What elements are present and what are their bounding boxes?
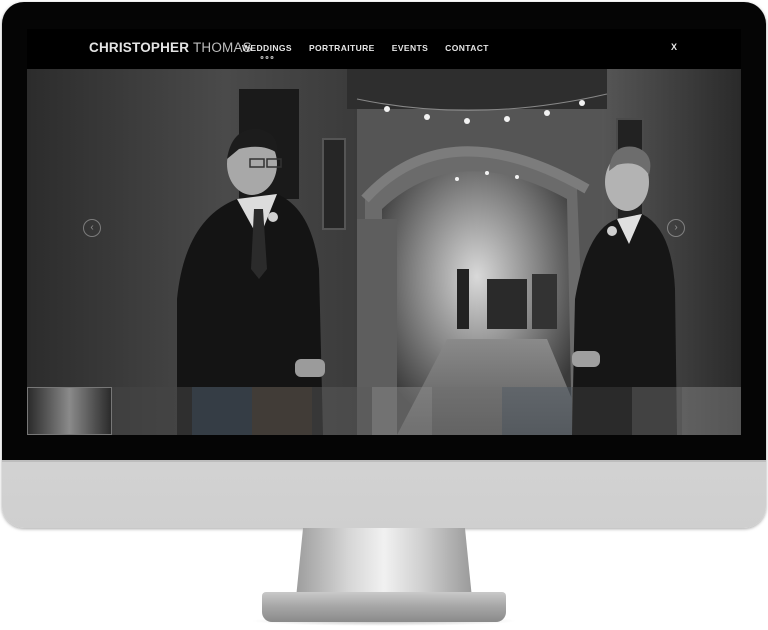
alley-portrait-photo [27,69,741,435]
website-screen: CHRISTOPHER THOMAS WEDDINGS PORTRAITURE … [27,29,741,435]
thumbnail[interactable] [572,387,632,435]
site-logo[interactable]: CHRISTOPHER THOMAS [89,40,252,55]
thumbnail-active[interactable] [27,387,112,435]
nav-item-label: PORTRAITURE [308,43,375,53]
monitor-stand-neck [296,528,472,598]
nav-item-contact[interactable]: CONTACT [445,43,489,53]
site-header: CHRISTOPHER THOMAS WEDDINGS PORTRAITURE … [27,29,741,69]
gallery-main-photo: ‹ › [27,69,741,435]
nav-item-portraiture[interactable]: PORTRAITURE [309,43,375,53]
thumbnail[interactable] [682,387,741,435]
monitor-chin-divider [2,460,766,462]
thumbnail[interactable] [502,387,572,435]
thumbnail[interactable] [192,387,252,435]
close-button[interactable]: X [671,42,677,52]
thumbnail[interactable] [632,387,682,435]
thumbnail[interactable] [432,387,502,435]
thumbnail[interactable] [312,387,372,435]
dropdown-indicator-icon [260,56,274,59]
gallery-thumbnail-strip [27,387,741,435]
thumbnail[interactable] [372,387,432,435]
nav-item-label: CONTACT [445,43,489,53]
monitor-stand-base [262,592,506,622]
gallery-prev-button[interactable]: ‹ [83,219,101,237]
thumbnail[interactable] [112,387,192,435]
thumbnail[interactable] [252,387,312,435]
nav-item-label: EVENTS [391,43,429,53]
nav-item-label: WEDDINGS [242,43,292,53]
gallery-next-button[interactable]: › [667,219,685,237]
chevron-right-icon: › [674,222,678,233]
nav-item-weddings[interactable]: WEDDINGS [242,43,292,59]
chevron-left-icon: ‹ [90,222,94,233]
logo-first-name: CHRISTOPHER [89,40,190,55]
nav-item-events[interactable]: EVENTS [392,43,428,53]
main-nav: WEDDINGS PORTRAITURE EVENTS CONTACT [242,43,489,59]
